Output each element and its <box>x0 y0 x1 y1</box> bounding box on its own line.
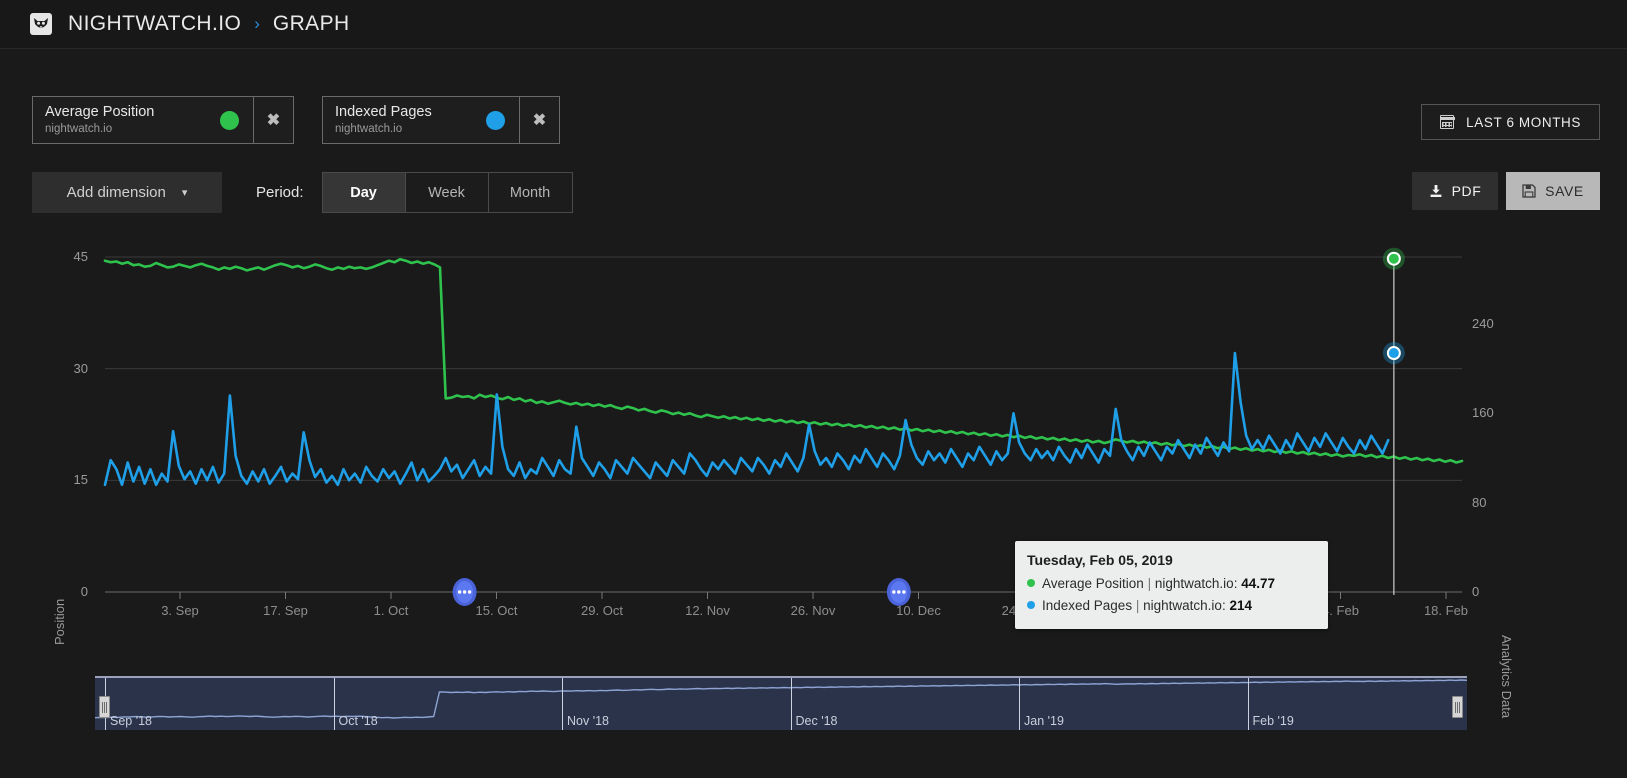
dimension-chip-title: Average Position <box>45 103 202 121</box>
date-range-button[interactable]: LAST 6 MONTHS <box>1421 104 1600 140</box>
x-axis-tick: 18. Feb <box>1424 603 1468 618</box>
dimension-chip-site: nightwatch.io <box>45 122 202 137</box>
tooltip-date: Tuesday, Feb 05, 2019 <box>1027 552 1314 568</box>
download-icon <box>1429 184 1443 198</box>
add-dimension-label: Add dimension <box>67 184 166 201</box>
remove-dimension-icon[interactable]: ✖ <box>253 97 293 143</box>
tooltip-dot-green <box>1027 579 1035 587</box>
y-axis-left-title: Position <box>52 599 67 645</box>
period-option-week[interactable]: Week <box>406 173 489 212</box>
y-axis-left-tick: 30 <box>48 361 88 376</box>
tooltip-row-average-position: Average Position | nightwatch.io: 44.77 <box>1027 573 1314 595</box>
dimension-color-swatch-blue[interactable] <box>486 111 505 130</box>
floppy-disk-icon <box>1522 184 1536 198</box>
x-axis-tick: 29. Oct <box>581 603 623 618</box>
breadcrumb-section[interactable]: GRAPH <box>273 12 350 36</box>
x-axis-tick: 12. Nov <box>685 603 730 618</box>
navigator-handle-left[interactable] <box>99 696 110 718</box>
period-label: Period: <box>256 184 304 201</box>
x-axis-tick: 17. Sep <box>263 603 308 618</box>
controls-row: Add dimension ▾ Period: Day Week Month P… <box>0 172 1627 213</box>
y-axis-right-title: Analytics Data <box>1499 635 1514 718</box>
tooltip-pipe: | <box>1148 576 1152 591</box>
navigator-month-label: Dec '18 <box>791 714 838 728</box>
save-label: SAVE <box>1545 183 1584 199</box>
tooltip-dot-blue <box>1027 601 1035 609</box>
dimension-chip-site: nightwatch.io <box>335 122 468 137</box>
tooltip-row-indexed-pages: Indexed Pages | nightwatch.io: 214 <box>1027 595 1314 617</box>
x-axis-tick: 10. Dec <box>896 603 941 618</box>
tooltip-pipe: | <box>1136 598 1140 613</box>
top-bar: NIGHTWATCH.IO › GRAPH <box>0 0 1627 49</box>
pdf-export-button[interactable]: PDF <box>1412 172 1498 210</box>
remove-dimension-icon[interactable]: ✖ <box>519 97 559 143</box>
y-axis-right-tick: 160 <box>1472 405 1494 420</box>
x-axis-tick: 3. Sep <box>161 603 199 618</box>
dimension-chip-body[interactable]: Average Position nightwatch.io <box>33 97 253 143</box>
breadcrumb-separator-icon: › <box>254 14 260 34</box>
tooltip-value: 44.77 <box>1241 576 1275 591</box>
dimension-chip-indexed-pages[interactable]: Indexed Pages nightwatch.io ✖ <box>322 96 560 144</box>
save-button[interactable]: SAVE <box>1506 172 1600 210</box>
period-option-day[interactable]: Day <box>323 173 406 212</box>
y-axis-left-tick: 0 <box>48 584 88 599</box>
navigator-month-label: Sep '18 <box>105 714 152 728</box>
dimension-chips-row: Average Position nightwatch.io ✖ Indexed… <box>0 49 1627 144</box>
dimension-chip-average-position[interactable]: Average Position nightwatch.io ✖ <box>32 96 294 144</box>
x-axis-tick: 15. Oct <box>476 603 518 618</box>
y-axis-left-tick: 45 <box>48 249 88 264</box>
pdf-label: PDF <box>1452 183 1482 199</box>
x-axis-tick: 26. Nov <box>791 603 836 618</box>
navigator-month-label: Oct '18 <box>334 714 378 728</box>
date-range-label: LAST 6 MONTHS <box>1466 115 1581 130</box>
y-axis-right-tick: 80 <box>1472 495 1486 510</box>
nightwatch-owl-icon[interactable] <box>30 13 52 35</box>
x-axis-tick: 1. Oct <box>374 603 409 618</box>
add-dimension-button[interactable]: Add dimension ▾ <box>32 172 222 213</box>
calendar-icon <box>1440 115 1454 129</box>
dimension-color-swatch-green[interactable] <box>220 111 239 130</box>
navigator-month-label: Nov '18 <box>562 714 609 728</box>
y-axis-left-tick: 15 <box>48 472 88 487</box>
period-option-month[interactable]: Month <box>489 173 572 212</box>
chart-area[interactable]: Position Analytics Data 0153045 08016024… <box>0 235 1627 650</box>
chevron-down-icon: ▾ <box>182 186 188 199</box>
export-actions: PDF SAVE <box>1412 172 1600 210</box>
y-axis-right-tick: 0 <box>1472 584 1479 599</box>
dimension-chip-body[interactable]: Indexed Pages nightwatch.io <box>323 97 519 143</box>
navigator-handle-right[interactable] <box>1452 696 1463 718</box>
y-axis-right-tick: 240 <box>1472 316 1494 331</box>
navigator-month-label: Feb '19 <box>1248 714 1294 728</box>
tooltip-series-name: Average Position <box>1042 576 1144 591</box>
tooltip-series-name: Indexed Pages <box>1042 598 1132 613</box>
chart-tooltip: Tuesday, Feb 05, 2019 Average Position |… <box>1015 541 1328 629</box>
chart-navigator[interactable]: Sep '18 Oct '18 Nov '18 Dec '18 Jan '19 Feb '… <box>95 676 1467 730</box>
dimension-chip-title: Indexed Pages <box>335 103 468 121</box>
chart-plot[interactable] <box>0 235 1627 655</box>
navigator-month-label: Jan '19 <box>1019 714 1064 728</box>
breadcrumb-brand[interactable]: NIGHTWATCH.IO <box>68 12 241 36</box>
tooltip-site: nightwatch.io <box>1143 598 1222 613</box>
period-toggle-group: Day Week Month <box>322 172 573 213</box>
tooltip-value: 214 <box>1229 598 1252 613</box>
tooltip-site: nightwatch.io <box>1155 576 1234 591</box>
